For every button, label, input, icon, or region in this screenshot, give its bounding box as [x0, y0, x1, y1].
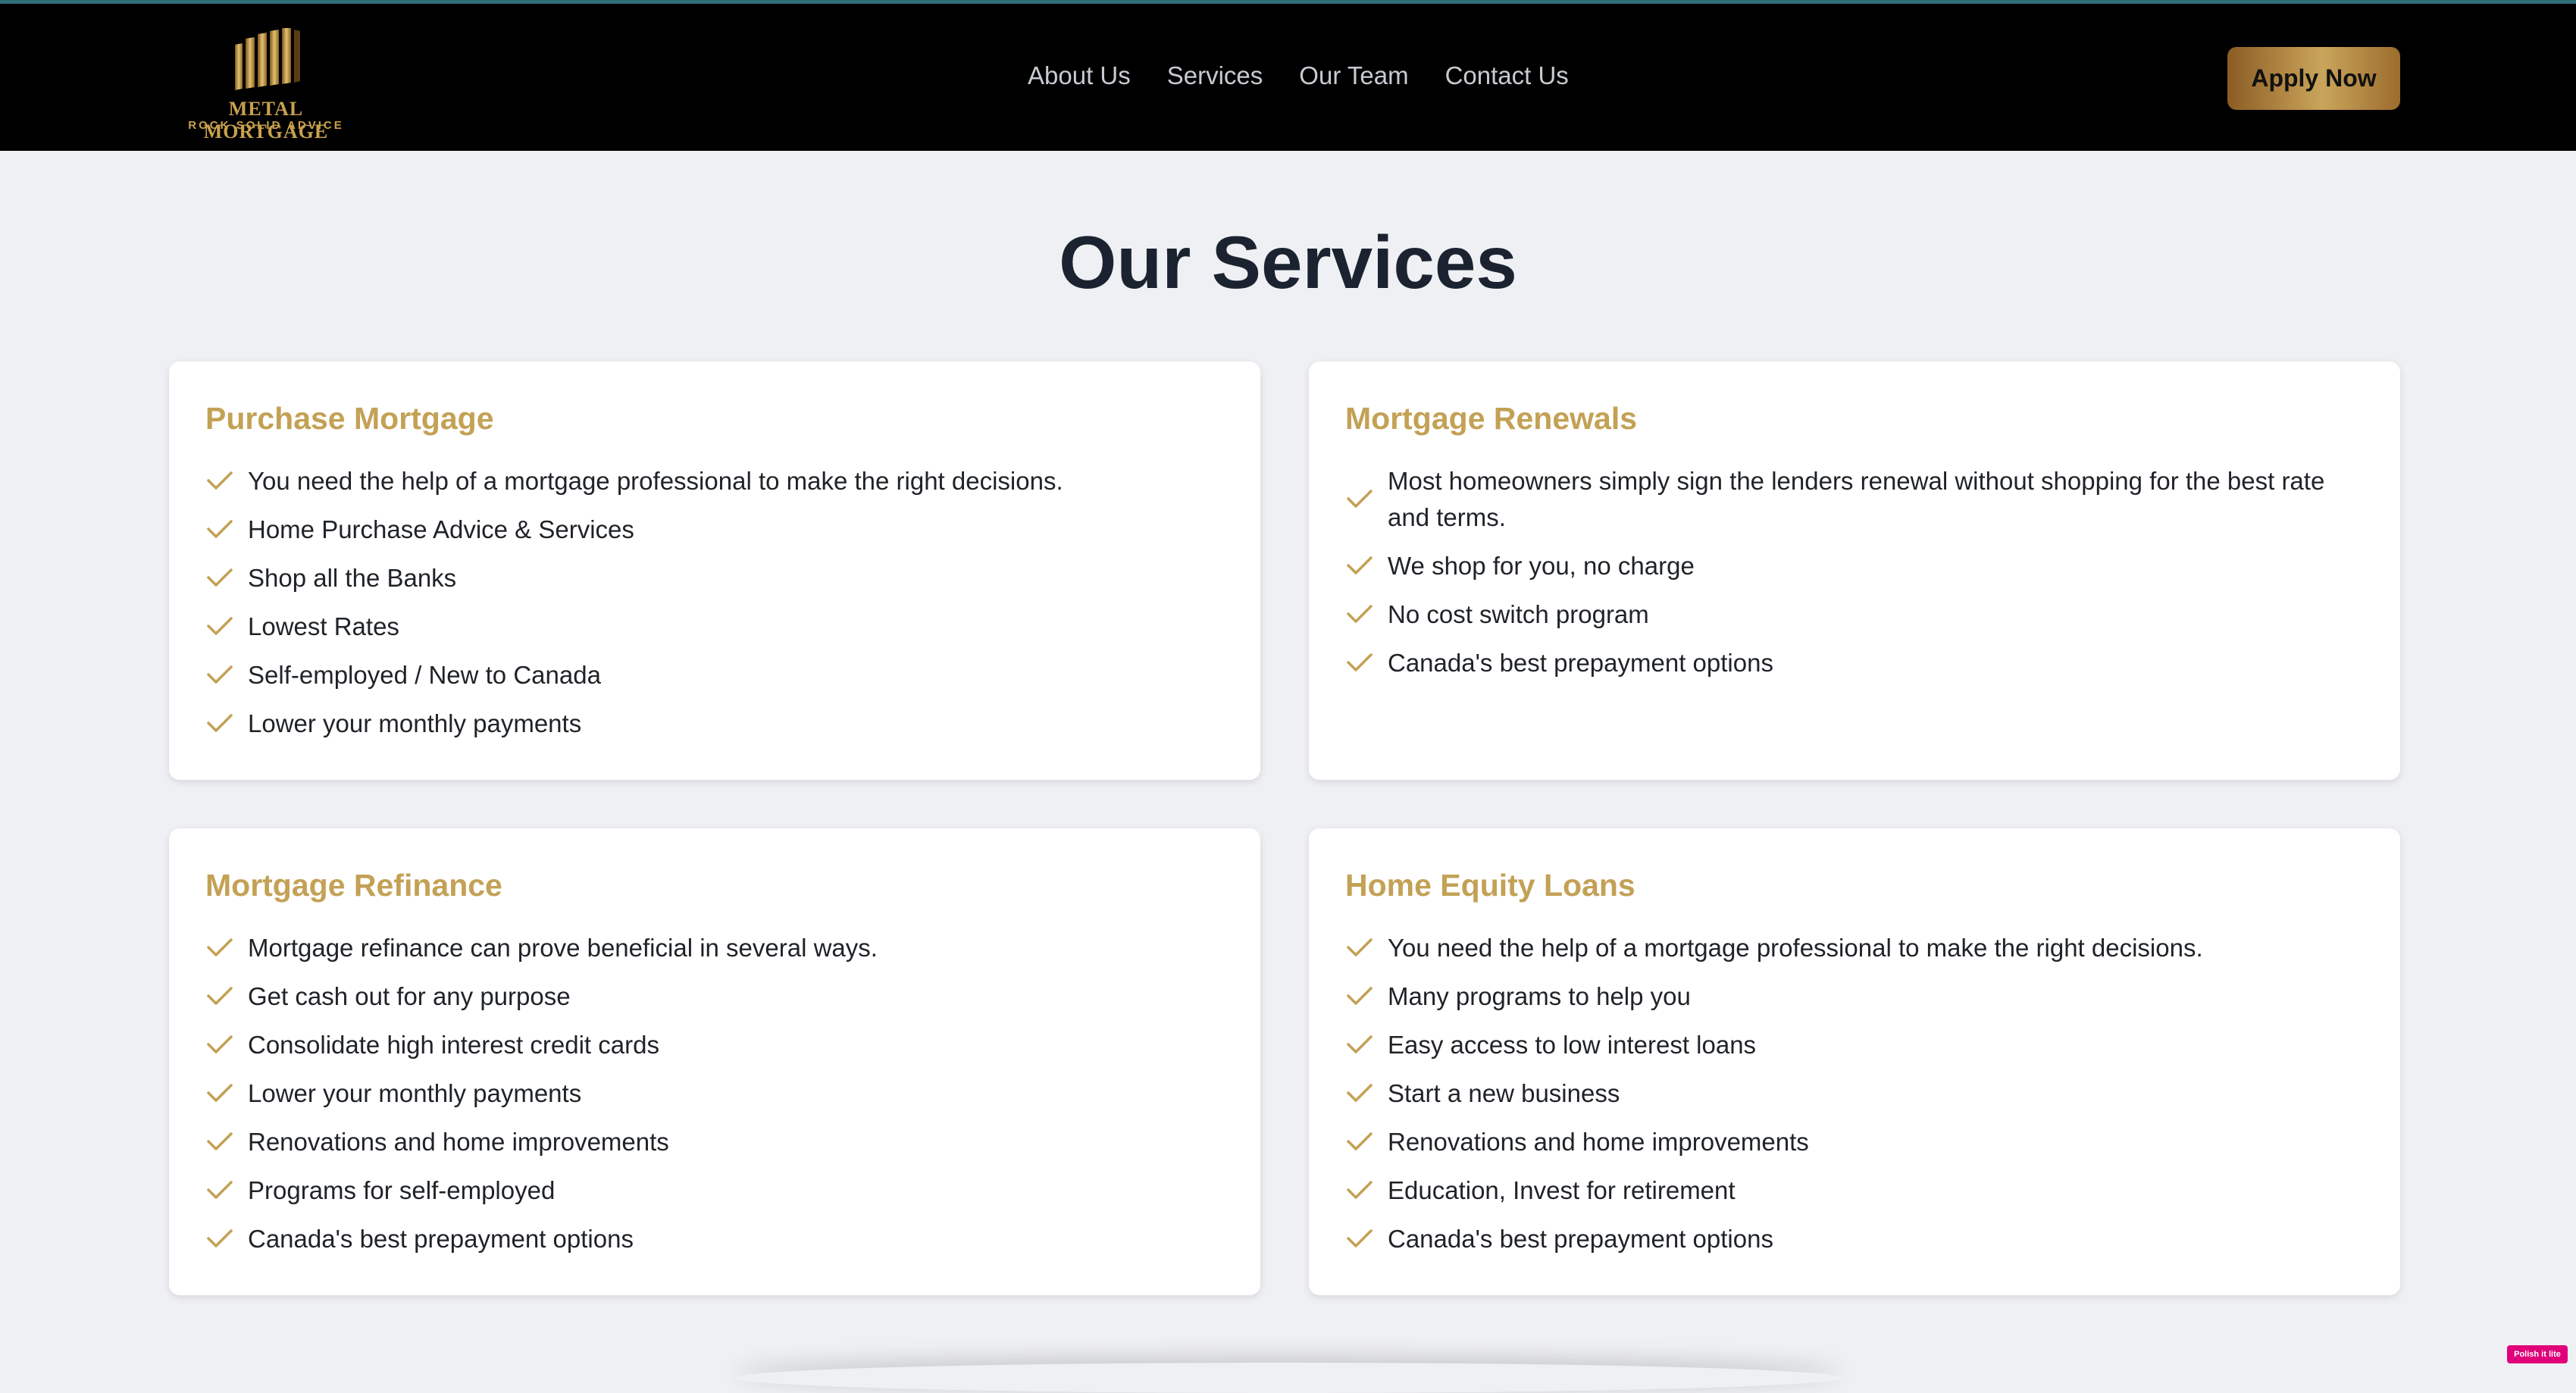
feature-list: You need the help of a mortgage professi… — [205, 463, 1229, 754]
list-item: You need the help of a mortgage professi… — [205, 463, 1229, 499]
check-icon — [1347, 1181, 1373, 1199]
list-item-text: Renovations and home improvements — [248, 1128, 669, 1156]
check-icon — [1347, 490, 1373, 508]
check-icon — [1347, 556, 1373, 574]
list-item-text: Canada's best prepayment options — [1388, 1225, 1773, 1253]
list-item: Canada's best prepayment options — [205, 1221, 1229, 1257]
bottom-panel-shadow — [735, 1363, 1842, 1393]
service-card-mortgage-refinance: Mortgage Refinance Mortgage refinance ca… — [169, 828, 1260, 1295]
list-item-text: Self-employed / New to Canada — [248, 661, 601, 689]
check-icon — [207, 568, 233, 587]
list-item-text: Lower your monthly payments — [248, 1079, 582, 1107]
list-item-text: Canada's best prepayment options — [1388, 649, 1773, 677]
apply-now-button[interactable]: Apply Now — [2227, 47, 2400, 110]
list-item-text: No cost switch program — [1388, 600, 1649, 628]
list-item-text: Lower your monthly payments — [248, 709, 582, 737]
check-icon — [207, 1035, 233, 1053]
list-item-text: Home Purchase Advice & Services — [248, 515, 634, 543]
navbar: METAL MORTGAGE ROCK SOLID ADVICE About U… — [0, 4, 2576, 151]
card-title: Mortgage Refinance — [205, 868, 502, 903]
nav-services[interactable]: Services — [1167, 61, 1263, 90]
check-icon — [1347, 1035, 1373, 1053]
check-icon — [207, 1181, 233, 1199]
page-title: Our Services — [1059, 221, 1517, 304]
service-card-home-equity-loans: Home Equity Loans You need the help of a… — [1309, 828, 2400, 1295]
check-icon — [1347, 1132, 1373, 1150]
service-card-mortgage-renewals: Mortgage Renewals Most homeowners simply… — [1309, 362, 2400, 780]
check-icon — [1347, 938, 1373, 956]
building-columns-icon — [235, 28, 300, 90]
list-item: Mortgage refinance can prove beneficial … — [205, 930, 1229, 966]
nav-contact-us[interactable]: Contact Us — [1445, 61, 1569, 90]
extension-badge: Polish it lite — [2507, 1345, 2568, 1363]
list-item-text: Education, Invest for retirement — [1388, 1176, 1736, 1204]
list-item: Consolidate high interest credit cards — [205, 1027, 1229, 1063]
check-icon — [207, 714, 233, 732]
list-item: Renovations and home improvements — [205, 1124, 1229, 1160]
list-item: Lower your monthly payments — [205, 706, 1229, 742]
list-item: Home Purchase Advice & Services — [205, 512, 1229, 548]
list-item-text: Lowest Rates — [248, 612, 399, 640]
list-item-text: Shop all the Banks — [248, 564, 457, 592]
check-icon — [207, 520, 233, 538]
list-item: You need the help of a mortgage professi… — [1345, 930, 2368, 966]
check-icon — [1347, 653, 1373, 671]
list-item: Most homeowners simply sign the lenders … — [1345, 463, 2368, 536]
service-card-purchase-mortgage: Purchase Mortgage You need the help of a… — [169, 362, 1260, 780]
check-icon — [207, 1084, 233, 1102]
brand-logo[interactable]: METAL MORTGAGE ROCK SOLID ADVICE — [173, 25, 359, 142]
list-item: Easy access to low interest loans — [1345, 1027, 2368, 1063]
list-item-text: Consolidate high interest credit cards — [248, 1031, 659, 1059]
check-icon — [207, 1229, 233, 1247]
list-item-text: We shop for you, no charge — [1388, 552, 1695, 580]
list-item: We shop for you, no charge — [1345, 548, 2368, 584]
list-item-text: You need the help of a mortgage professi… — [1388, 934, 2203, 962]
list-item: Self-employed / New to Canada — [205, 657, 1229, 693]
card-title: Mortgage Renewals — [1345, 401, 1638, 436]
check-icon — [207, 1132, 233, 1150]
check-icon — [1347, 987, 1373, 1005]
feature-list: Mortgage refinance can prove beneficial … — [205, 930, 1229, 1269]
check-icon — [207, 987, 233, 1005]
list-item-text: Canada's best prepayment options — [248, 1225, 634, 1253]
list-item-text: Mortgage refinance can prove beneficial … — [248, 934, 878, 962]
check-icon — [207, 617, 233, 635]
list-item-text: Easy access to low interest loans — [1388, 1031, 1757, 1059]
list-item: Lower your monthly payments — [205, 1075, 1229, 1112]
list-item-text: You need the help of a mortgage professi… — [248, 467, 1063, 495]
list-item: Get cash out for any purpose — [205, 978, 1229, 1015]
list-item: No cost switch program — [1345, 596, 2368, 633]
list-item: Many programs to help you — [1345, 978, 2368, 1015]
check-icon — [1347, 605, 1373, 623]
list-item: Canada's best prepayment options — [1345, 645, 2368, 681]
feature-list: You need the help of a mortgage professi… — [1345, 930, 2368, 1269]
card-title: Home Equity Loans — [1345, 868, 1635, 903]
list-item-text: Most homeowners simply sign the lenders … — [1388, 467, 2325, 531]
list-item: Renovations and home improvements — [1345, 1124, 2368, 1160]
list-item: Shop all the Banks — [205, 560, 1229, 596]
list-item-text: Start a new business — [1388, 1079, 1620, 1107]
main-nav: About Us Services Our Team Contact Us — [1028, 61, 1569, 90]
check-icon — [207, 665, 233, 684]
check-icon — [1347, 1084, 1373, 1102]
list-item: Start a new business — [1345, 1075, 2368, 1112]
list-item: Programs for self-employed — [205, 1172, 1229, 1209]
list-item-text: Programs for self-employed — [248, 1176, 556, 1204]
list-item: Education, Invest for retirement — [1345, 1172, 2368, 1209]
list-item-text: Get cash out for any purpose — [248, 982, 571, 1010]
brand-tagline: ROCK SOLID ADVICE — [188, 119, 344, 132]
check-icon — [207, 471, 233, 490]
list-item: Canada's best prepayment options — [1345, 1221, 2368, 1257]
nav-our-team[interactable]: Our Team — [1299, 61, 1408, 90]
list-item: Lowest Rates — [205, 609, 1229, 645]
list-item-text: Many programs to help you — [1388, 982, 1691, 1010]
check-icon — [207, 938, 233, 956]
nav-about-us[interactable]: About Us — [1028, 61, 1131, 90]
list-item-text: Renovations and home improvements — [1388, 1128, 1809, 1156]
feature-list: Most homeowners simply sign the lenders … — [1345, 463, 2368, 693]
card-title: Purchase Mortgage — [205, 401, 494, 436]
check-icon — [1347, 1229, 1373, 1247]
